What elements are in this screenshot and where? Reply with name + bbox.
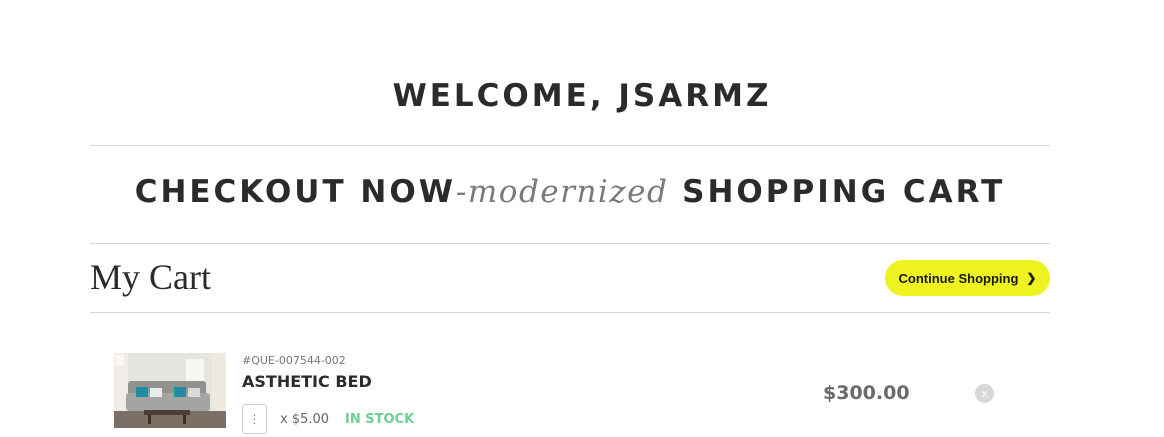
remove-item-button[interactable]: x [975, 384, 994, 403]
continue-shopping-label: Continue Shopping [898, 270, 1019, 286]
quantity-stepper[interactable]: ⋮ [242, 404, 267, 434]
divider-middle [90, 243, 1050, 244]
welcome-heading: WELCOME, JSARMZ [392, 78, 772, 114]
stock-status-badge: IN STOCK [345, 412, 415, 427]
cart-title: My Cart [90, 257, 211, 297]
divider-top [90, 145, 1050, 146]
headline-part-1: CHECKOUT NOW [134, 174, 456, 210]
headline-part-3: SHOPPING CART [668, 174, 1006, 210]
page-headline: CHECKOUT NOW-modernized SHOPPING CART [0, 174, 1140, 210]
close-icon: x [981, 387, 988, 400]
page: WELCOME, JSARMZ CHECKOUT NOW-modernized … [0, 0, 1164, 437]
divider-bottom [90, 312, 1050, 313]
continue-shopping-button[interactable]: Continue Shopping ❯ [885, 260, 1050, 296]
product-name[interactable]: ASTHETIC BED [242, 372, 372, 391]
product-thumbnail[interactable] [114, 353, 226, 428]
product-sku: #QUE-007544-002 [242, 354, 346, 367]
line-total: $300.00 [823, 382, 910, 404]
headline-part-2: -modernized [455, 174, 669, 210]
chevron-right-icon: ❯ [1026, 271, 1037, 285]
sofa-image [114, 353, 226, 428]
stepper-dots-icon: ⋮ [248, 412, 261, 426]
unit-price: x $5.00 [280, 412, 330, 427]
